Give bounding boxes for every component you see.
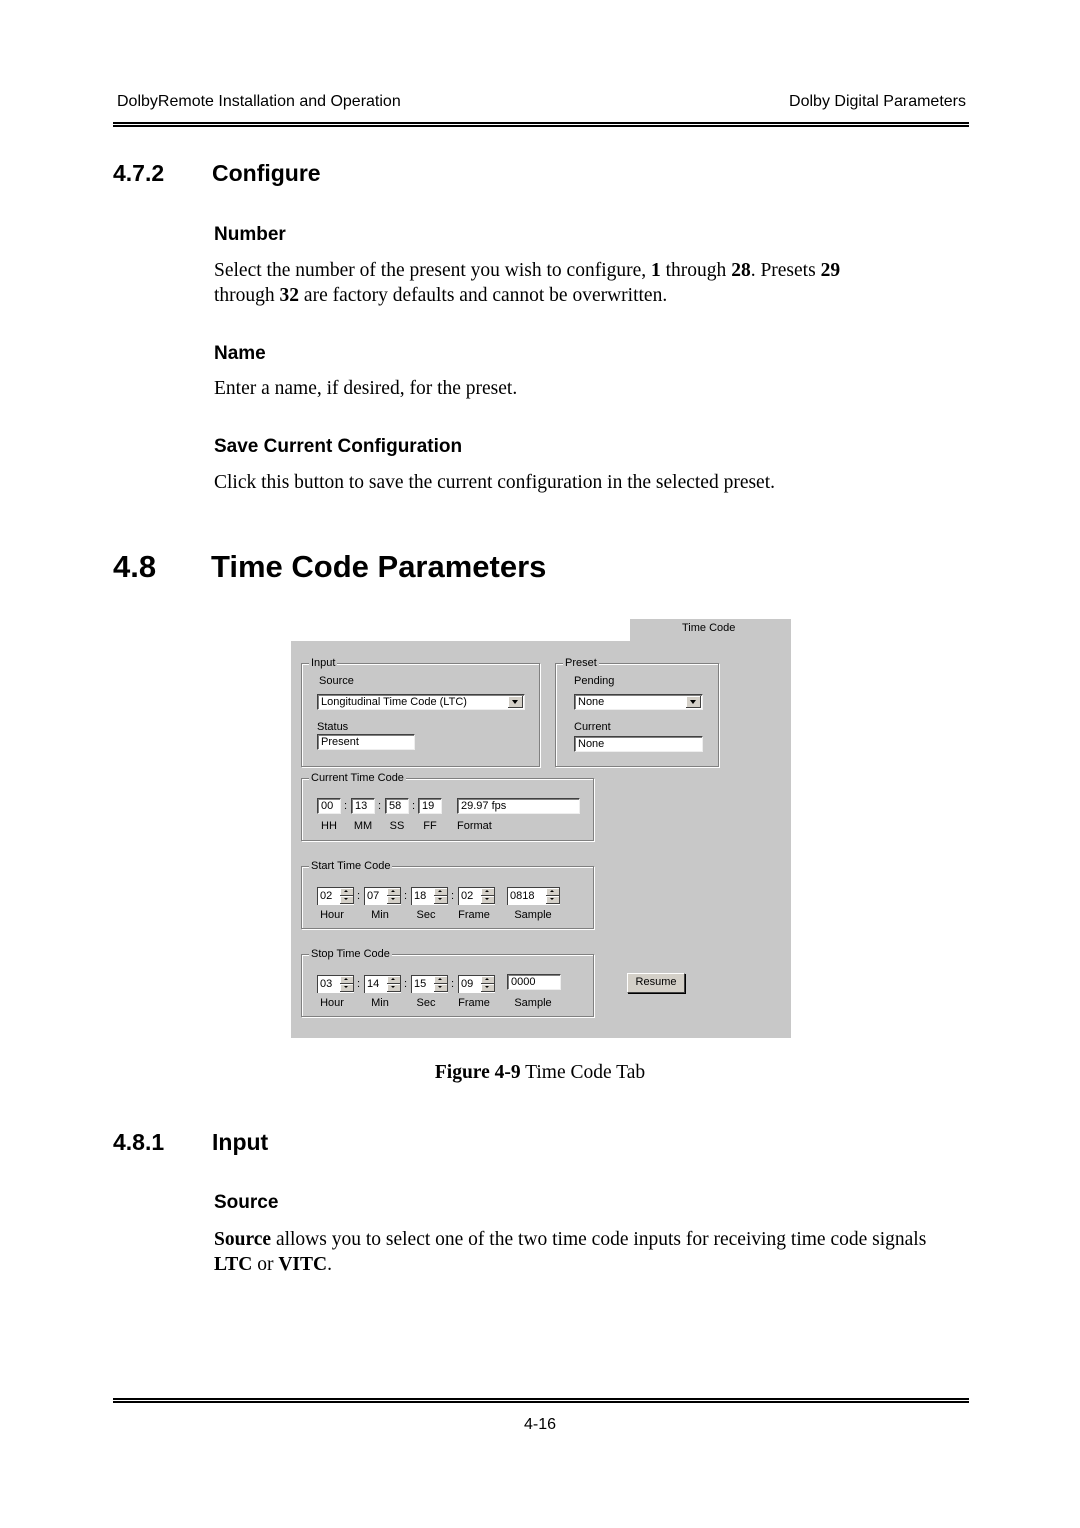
preset-group: Preset Pending None Current None [555,656,719,767]
current-time-code-group: Current Time Code 00 : 13 : 58 : 19 29.9… [301,771,594,841]
spin-down-icon[interactable] [434,984,448,992]
spin-down-icon[interactable] [481,896,495,904]
current-hh-field: 00 [317,798,341,814]
start-time-code-group: Start Time Code 02 : 07 : 18 : 02 0818 H… [301,859,594,929]
header-rule [113,122,969,127]
pending-label: Pending [574,675,615,687]
stop-hour-spinner[interactable]: 03 [317,975,354,993]
spin-up-icon[interactable] [387,976,401,984]
figure-caption: Figure 4-9 Time Code Tab [434,1062,646,1083]
stop-min-spinner[interactable]: 14 [364,975,401,993]
stop-frame-spinner[interactable]: 09 [458,975,495,993]
section-heading-input: 4.8.1 Input [113,1129,269,1155]
footer-rule [113,1398,969,1403]
spin-down-icon[interactable] [387,984,401,992]
running-header-left: DolbyRemote Installation and Operation [117,93,401,110]
spin-down-icon[interactable] [546,896,560,904]
current-format-field: 29.97 fps [457,798,580,814]
section-heading-time-code-parameters: 4.8 Time Code Parameters [113,549,547,584]
chevron-down-icon[interactable] [686,696,701,708]
section-heading-configure: 4.7.2 Configure [113,160,321,186]
chevron-down-icon[interactable] [508,696,523,708]
spin-up-icon[interactable] [340,976,354,984]
current-label: Current [574,721,611,733]
heading-name: Name [214,343,266,364]
spin-down-icon[interactable] [387,896,401,904]
start-sec-spinner[interactable]: 18 [411,887,448,905]
source-label: Source [319,675,354,687]
status-label: Status [317,721,349,733]
paragraph-save: Click this button to save the current co… [214,472,776,493]
spin-up-icon[interactable] [434,976,448,984]
status-field: Present [317,734,415,750]
spin-up-icon[interactable] [481,976,495,984]
input-group: Input Source Longitudinal Time Code (LTC… [301,656,540,767]
spin-down-icon[interactable] [481,984,495,992]
stop-time-code-group: Stop Time Code 03 : 14 : 15 : 09 0000 Ho… [301,947,594,1017]
current-preset-field: None [574,736,703,752]
time-code-tab-screenshot: Time Code Input Source Longitudinal Time… [291,619,791,1038]
current-ff-field: 19 [418,798,442,814]
start-frame-spinner[interactable]: 02 [458,887,495,905]
current-ss-field: 58 [385,798,409,814]
spin-down-icon[interactable] [434,896,448,904]
stop-sec-spinner[interactable]: 15 [411,975,448,993]
current-mm-field: 13 [351,798,375,814]
pending-dropdown[interactable]: None [574,694,703,710]
resume-button[interactable]: Resume [627,973,685,993]
start-min-spinner[interactable]: 07 [364,887,401,905]
source-dropdown[interactable]: Longitudinal Time Code (LTC) [317,694,525,710]
spin-down-icon[interactable] [340,984,354,992]
tab-time-code[interactable]: Time Code [630,619,791,642]
spin-up-icon[interactable] [340,888,354,896]
heading-source: Source [214,1192,279,1213]
heading-save-current-configuration: Save Current Configuration [214,436,463,457]
paragraph-number: Select the number of the present you wis… [214,260,841,306]
stop-sample-field[interactable]: 0000 [507,974,561,990]
start-sample-spinner[interactable]: 0818 [507,887,560,905]
spin-up-icon[interactable] [546,888,560,896]
start-hour-spinner[interactable]: 02 [317,887,354,905]
paragraph-source: Source allows you to select one of the t… [214,1229,927,1275]
page-number: 4-16 [523,1416,557,1433]
spin-up-icon[interactable] [387,888,401,896]
spin-down-icon[interactable] [340,896,354,904]
spin-up-icon[interactable] [481,888,495,896]
paragraph-name: Enter a name, if desired, for the preset… [214,378,518,399]
running-header-right: Dolby Digital Parameters [789,93,966,110]
heading-number: Number [214,224,286,245]
spin-up-icon[interactable] [434,888,448,896]
